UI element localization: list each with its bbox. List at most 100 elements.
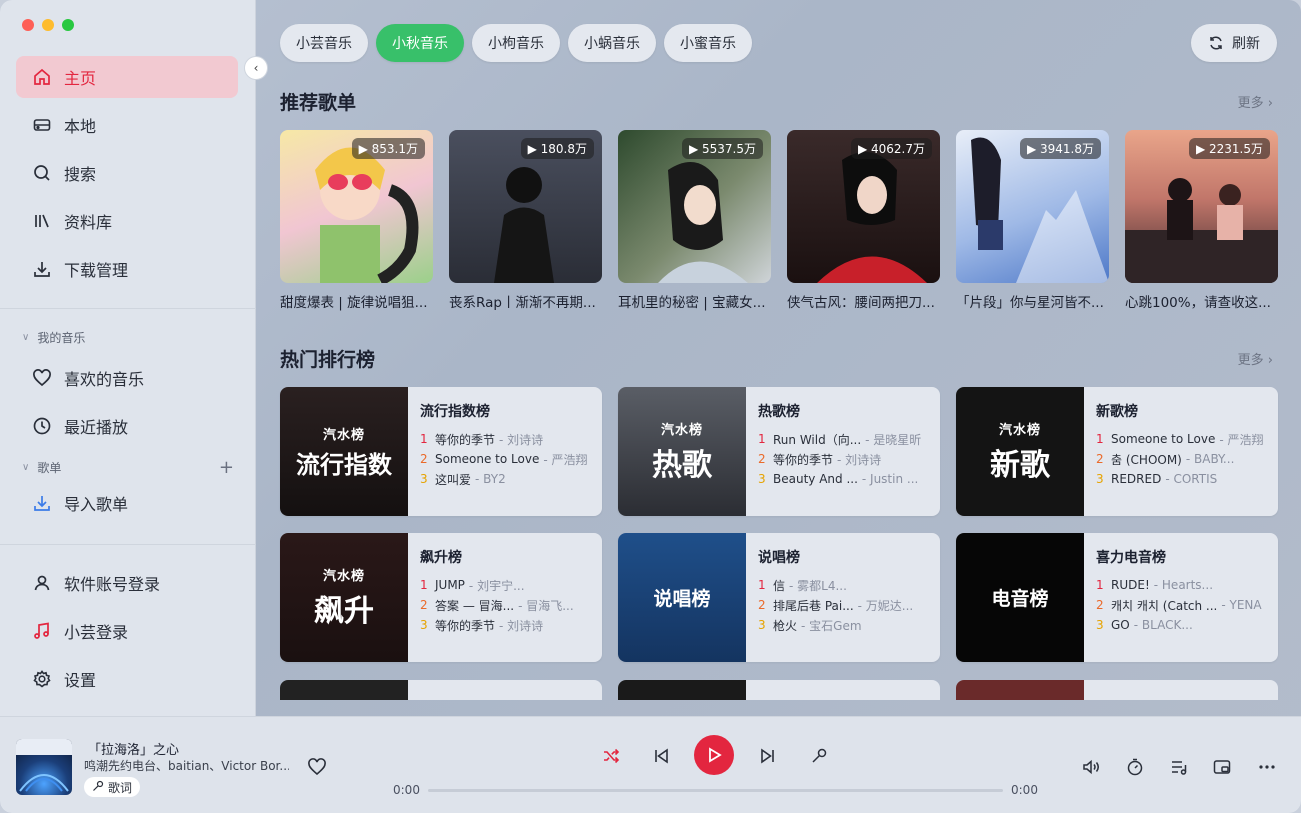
nav-item-account-login[interactable]: 软件账号登录 <box>16 562 238 604</box>
chart-song-row[interactable]: 2 等你的季节 - 刘诗诗 <box>758 449 928 469</box>
nav-label: 本地 <box>64 117 97 136</box>
playlist-card[interactable]: ▶ 3941.8万 「片段」你与星河皆不... <box>956 130 1109 311</box>
chart-song-row[interactable]: 3 枪火 - 宝石Gem <box>758 615 928 635</box>
nav-label: 主页 <box>64 69 97 88</box>
progress-bar[interactable] <box>428 789 1003 792</box>
chart-card[interactable]: 说唱榜 说唱榜 1信- 雾都L4... 2 排尾后巷 Pai... - 万妮达...… <box>618 533 940 662</box>
minimize-window-button[interactable] <box>42 19 54 31</box>
chart-card-partial[interactable] <box>956 680 1278 700</box>
playlist-card[interactable]: ▶ 2231.5万 心跳100%，请查收这... <box>1125 130 1278 311</box>
playlist-card[interactable]: ▶ 4062.7万 侠气古风：腰间两把刀... <box>787 130 940 311</box>
nav-item-downloads[interactable]: 下载管理 <box>16 248 238 290</box>
add-playlist-icon[interactable]: + <box>219 457 234 478</box>
mini-player-button[interactable] <box>1211 756 1233 778</box>
playlist-header[interactable]: ∨ 歌单 + <box>22 457 234 478</box>
nav-item-library[interactable]: 资料库 <box>16 200 238 242</box>
chart-card[interactable]: 汽水榜 热歌 热歌榜 1 Run Wild（向... - 是晓星昕 2 等你的季节 - … <box>618 387 940 516</box>
heart-icon <box>33 369 51 387</box>
tab-source[interactable]: 小蜜音乐 <box>664 24 752 62</box>
chart-song-row[interactable]: 1 Run Wild（向... - 是晓星昕 <box>758 429 928 449</box>
chart-song-row[interactable]: 2 캐치 캐치 (Catch ... - YENA <box>1096 595 1266 615</box>
main-nav: 主页 本地 搜索 资料库 下载管理 <box>16 56 238 290</box>
chart-song-row[interactable]: 2 排尾后巷 Pai... - 万妮达... <box>758 595 928 615</box>
chart-song-row[interactable]: 2 Someone to Love - 严浩翔 <box>420 449 590 469</box>
chart-song-row[interactable]: 3 等你的季节 - 刘诗诗 <box>420 615 590 635</box>
chart-info: 热歌榜 1 Run Wild（向... - 是晓星昕 2 等你的季节 - 刘诗诗 3 Be… <box>746 387 940 516</box>
more-options-button[interactable] <box>1256 756 1278 778</box>
chart-song-row[interactable]: 2 答案 — 冒海... - 冒海飞... <box>420 595 590 615</box>
chart-card-partial[interactable] <box>280 680 602 700</box>
chart-card[interactable]: 汽水榜 流行指数 流行指数榜 1 等你的季节 - 刘诗诗 2 Someone to L… <box>280 387 602 516</box>
pip-icon <box>1213 760 1231 774</box>
next-track-button[interactable] <box>757 745 779 767</box>
play-count: ▶ 2231.5万 <box>1188 138 1270 159</box>
nav-item-liked[interactable]: 喜欢的音乐 <box>16 357 238 399</box>
playlist-card[interactable]: ▶ 5537.5万 耳机里的秘密 | 宝藏女... <box>618 130 771 311</box>
playlist-card[interactable]: ▶ 853.1万 甜度爆表 | 旋律说唱狙... <box>280 130 433 311</box>
playlist-queue-button[interactable] <box>1168 756 1190 778</box>
charts-more-link[interactable]: 更多 › <box>1238 349 1273 368</box>
my-music-header[interactable]: ∨ 我的音乐 <box>22 329 234 346</box>
play-count: ▶ 4062.7万 <box>850 138 932 159</box>
sleep-timer-button[interactable] <box>1124 756 1146 778</box>
playlist-cover: ▶ 5537.5万 <box>618 130 771 283</box>
music-note-icon <box>34 622 49 639</box>
chart-brand: 汽水榜 <box>998 423 1041 438</box>
chart-song-row[interactable]: 1信- 雾都L4... <box>758 575 928 595</box>
previous-track-button[interactable] <box>650 745 672 767</box>
search-icon <box>34 165 50 181</box>
now-playing-cover[interactable] <box>16 739 72 795</box>
chart-song-row[interactable]: 1 RUDE! - Hearts... <box>1096 575 1266 595</box>
shuffle-button[interactable] <box>600 745 622 767</box>
chart-card-partial[interactable] <box>618 680 940 700</box>
karaoke-button[interactable] <box>808 745 830 767</box>
app-window: 主页 本地 搜索 资料库 下载管理 ∨ 我的音乐 喜欢的音乐 最近播放 ∨ 歌单… <box>0 0 1301 813</box>
chart-song-row[interactable]: 1 Someone to Love - 严浩翔 <box>1096 429 1266 449</box>
collapse-sidebar-button[interactable]: ‹ <box>244 56 268 80</box>
refresh-button[interactable]: 刷新 <box>1191 24 1277 62</box>
tab-source[interactable]: 小蜗音乐 <box>568 24 656 62</box>
volume-button[interactable] <box>1080 756 1102 778</box>
nav-item-settings[interactable]: 设置 <box>16 658 238 700</box>
nav-item-home[interactable]: 主页 <box>16 56 238 98</box>
tab-source[interactable]: 小枸音乐 <box>472 24 560 62</box>
nav-item-local[interactable]: 本地 <box>16 104 238 146</box>
nav-label: 软件账号登录 <box>64 575 161 594</box>
chart-song-row[interactable]: 3 Beauty And ... - Justin ... <box>758 469 928 489</box>
play-button[interactable] <box>694 735 734 775</box>
bottom-nav: 软件账号登录 小芸登录 设置 <box>16 562 238 700</box>
playlist-name: 「片段」你与星河皆不... <box>956 295 1104 311</box>
import-icon <box>34 496 50 511</box>
like-button[interactable] <box>306 756 328 778</box>
player-bar: 「拉海洛」之心 鸣潮先约电台、baitian、Victor Bor... 歌词 … <box>0 716 1301 813</box>
playlist-card[interactable]: ▶ 180.8万 丧系Rap丨渐渐不再期... <box>449 130 602 311</box>
chart-title: 新歌榜 <box>1096 404 1138 420</box>
nav-label: 下载管理 <box>64 261 129 280</box>
chevron-down-icon: ∨ <box>22 332 30 343</box>
close-window-button[interactable] <box>22 19 34 31</box>
nav-item-recent[interactable]: 最近播放 <box>16 405 238 447</box>
nav-item-import[interactable]: 导入歌单 <box>16 482 238 524</box>
chart-card[interactable]: 汽水榜 飙升 飙升榜 1 JUMP - 刘宇宁... 2 答案 — 冒海... - 冒海… <box>280 533 602 662</box>
chart-song-row[interactable]: 3 REDRED - CORTIS <box>1096 469 1266 489</box>
nav-item-xiaoyun-login[interactable]: 小芸登录 <box>16 610 238 652</box>
chart-cover-text: 说唱榜 <box>653 588 711 610</box>
chart-song-row[interactable]: 2춤 (CHOOM) - BABY... <box>1096 449 1266 469</box>
chart-card[interactable]: 电音榜 喜力电音榜 1 RUDE! - Hearts... 2 캐치 캐치 (Catc… <box>956 533 1278 662</box>
recommend-more-link[interactable]: 更多 › <box>1238 92 1273 111</box>
chart-title: 喜力电音榜 <box>1096 550 1166 566</box>
nav-item-search[interactable]: 搜索 <box>16 152 238 194</box>
chart-song-row[interactable]: 3 这叫爱 - BY2 <box>420 469 590 489</box>
recommend-playlists: ▶ 853.1万 甜度爆表 | 旋律说唱狙... ▶ 180.8万 丧系Rap丨… <box>280 130 1278 311</box>
playlist-name: 侠气古风：腰间两把刀... <box>787 295 935 311</box>
microphone-icon <box>92 780 104 795</box>
playlist-cover: ▶ 180.8万 <box>449 130 602 283</box>
chart-card[interactable]: 汽水榜 新歌 新歌榜 1 Someone to Love - 严浩翔 2춤 (CHO… <box>956 387 1278 516</box>
chart-song-row[interactable]: 1 JUMP - 刘宇宁... <box>420 575 590 595</box>
maximize-window-button[interactable] <box>62 19 74 31</box>
tab-source[interactable]: 小秋音乐 <box>376 24 464 62</box>
lyrics-button[interactable]: 歌词 <box>84 777 141 797</box>
chart-song-row[interactable]: 1 等你的季节 - 刘诗诗 <box>420 429 590 449</box>
tab-source[interactable]: 小芸音乐 <box>280 24 368 62</box>
chart-song-row[interactable]: 3 GO - BLACK... <box>1096 615 1266 635</box>
